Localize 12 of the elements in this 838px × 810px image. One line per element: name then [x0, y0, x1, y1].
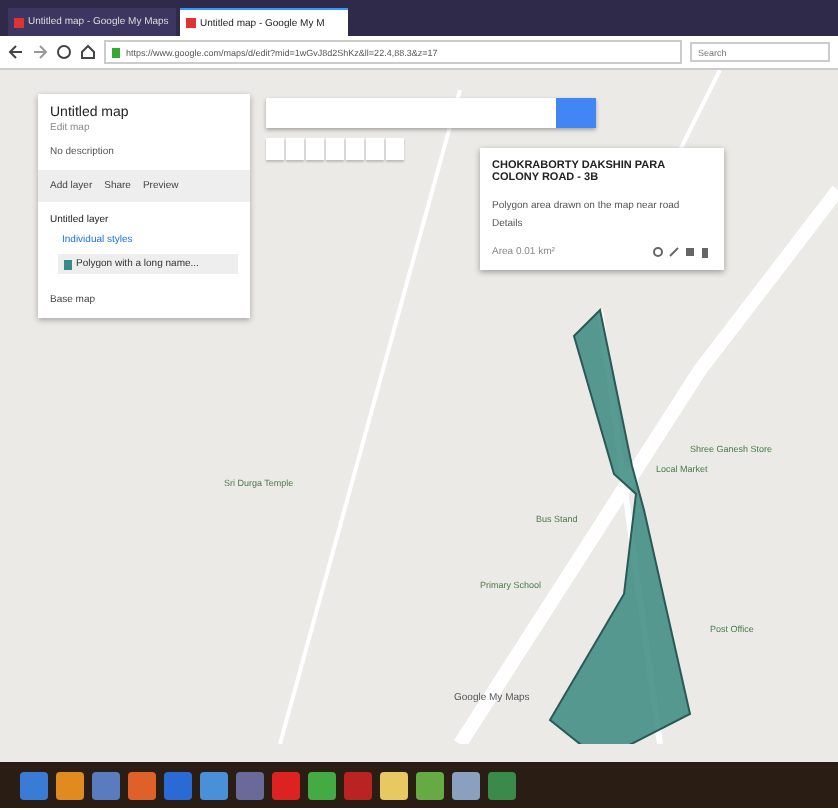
home-icon[interactable]: [80, 44, 96, 60]
taskbar-app-icon[interactable]: [56, 771, 84, 799]
back-icon[interactable]: [8, 44, 24, 60]
taskbar-app-icon[interactable]: [200, 771, 228, 799]
taskbar-app-icon[interactable]: [308, 771, 336, 799]
map[interactable]: [0, 70, 838, 762]
taskbar-app-icon[interactable]: [452, 771, 480, 799]
taskbar-app-icon[interactable]: [128, 771, 156, 799]
taskbar-app-icon[interactable]: [416, 771, 444, 799]
forward-icon[interactable]: [32, 44, 48, 60]
map-search-field[interactable]: [266, 98, 596, 128]
taskbar-app-icon[interactable]: [380, 771, 408, 799]
